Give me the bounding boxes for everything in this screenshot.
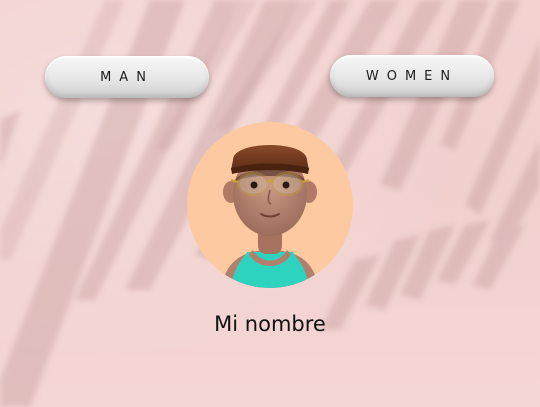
avatar: [187, 122, 353, 288]
man-button[interactable]: MAN: [45, 56, 209, 98]
profile-name: Mi nombre: [214, 312, 326, 336]
avatar-3d-man-icon: [187, 122, 353, 288]
background-scene: MAN WOMEN Mi nombre: [0, 0, 540, 407]
women-button[interactable]: WOMEN: [330, 55, 494, 97]
